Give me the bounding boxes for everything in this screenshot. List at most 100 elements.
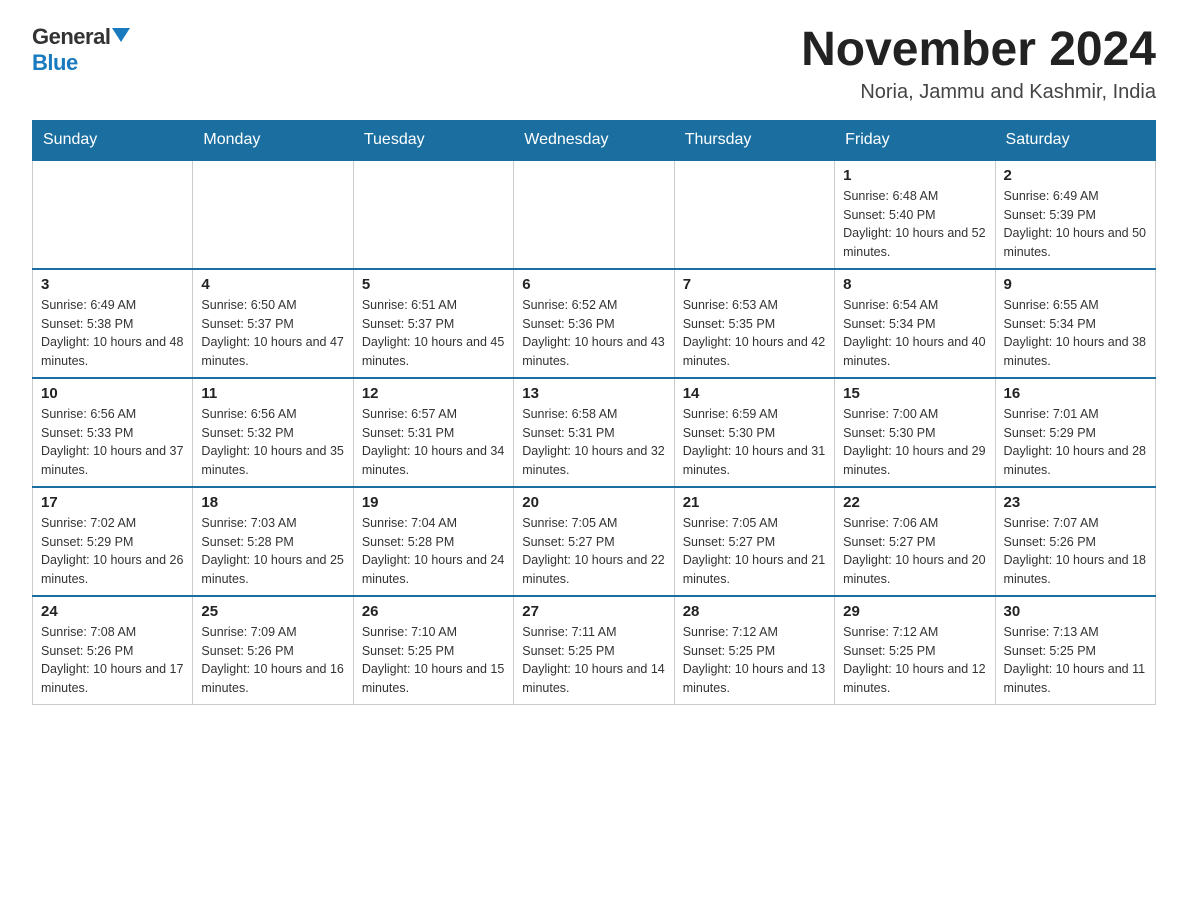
day-number: 16 <box>1004 385 1147 402</box>
day-info: Sunrise: 6:51 AMSunset: 5:37 PMDaylight:… <box>362 296 505 371</box>
day-number: 11 <box>201 385 344 402</box>
day-number: 6 <box>522 276 665 293</box>
calendar-table: Sunday Monday Tuesday Wednesday Thursday… <box>32 120 1156 705</box>
day-info: Sunrise: 7:08 AMSunset: 5:26 PMDaylight:… <box>41 623 184 698</box>
day-number: 27 <box>522 603 665 620</box>
day-number: 26 <box>362 603 505 620</box>
table-row: 5 Sunrise: 6:51 AMSunset: 5:37 PMDaylight… <box>353 269 513 378</box>
day-number: 1 <box>843 167 986 184</box>
day-info: Sunrise: 6:49 AMSunset: 5:38 PMDaylight:… <box>41 296 184 371</box>
table-row: 20Sunrise: 7:05 AMSunset: 5:27 PMDayligh… <box>514 487 674 596</box>
header-saturday: Saturday <box>995 120 1155 160</box>
calendar-week-1: 1Sunrise: 6:48 AMSunset: 5:40 PMDaylight… <box>33 160 1156 269</box>
table-row: 13 Sunrise: 6:58 AMSunset: 5:31 PMDayligh… <box>514 378 674 487</box>
day-info: Sunrise: 7:01 AMSunset: 5:29 PMDaylight:… <box>1004 405 1147 480</box>
day-number: 4 <box>201 276 344 293</box>
day-info: Sunrise: 7:13 AMSunset: 5:25 PMDaylight:… <box>1004 623 1147 698</box>
calendar-header-row: Sunday Monday Tuesday Wednesday Thursday… <box>33 120 1156 160</box>
table-row: 12 Sunrise: 6:57 AMSunset: 5:31 PMDayligh… <box>353 378 513 487</box>
page-header: General Blue November 2024 Noria, Jammu … <box>32 24 1156 104</box>
day-info: Sunrise: 6:53 AMSunset: 5:35 PMDaylight:… <box>683 296 826 371</box>
day-number: 28 <box>683 603 826 620</box>
day-info: Sunrise: 7:10 AMSunset: 5:25 PMDaylight:… <box>362 623 505 698</box>
table-row: 22 Sunrise: 7:06 AMSunset: 5:27 PMDayligh… <box>835 487 995 596</box>
logo: General Blue <box>32 24 130 76</box>
header-thursday: Thursday <box>674 120 834 160</box>
table-row: 6Sunrise: 6:52 AMSunset: 5:36 PMDaylight… <box>514 269 674 378</box>
day-info: Sunrise: 7:02 AMSunset: 5:29 PMDaylight:… <box>41 514 184 589</box>
location-subtitle: Noria, Jammu and Kashmir, India <box>801 81 1156 104</box>
header-friday: Friday <box>835 120 995 160</box>
table-row: 2 Sunrise: 6:49 AMSunset: 5:39 PMDaylight… <box>995 160 1155 269</box>
logo-blue-text: Blue <box>32 50 78 76</box>
day-number: 2 <box>1004 167 1147 184</box>
day-info: Sunrise: 7:05 AMSunset: 5:27 PMDaylight:… <box>522 514 665 589</box>
day-number: 25 <box>201 603 344 620</box>
table-row <box>674 160 834 269</box>
table-row: 25 Sunrise: 7:09 AMSunset: 5:26 PMDayligh… <box>193 596 353 705</box>
day-info: Sunrise: 6:55 AMSunset: 5:34 PMDaylight:… <box>1004 296 1147 371</box>
header-tuesday: Tuesday <box>353 120 513 160</box>
calendar-week-3: 10 Sunrise: 6:56 AMSunset: 5:33 PMDayligh… <box>33 378 1156 487</box>
logo-triangle-icon <box>112 28 130 42</box>
day-info: Sunrise: 7:05 AMSunset: 5:27 PMDaylight:… <box>683 514 826 589</box>
day-number: 3 <box>41 276 184 293</box>
day-number: 18 <box>201 494 344 511</box>
table-row <box>33 160 193 269</box>
day-number: 17 <box>41 494 184 511</box>
day-number: 23 <box>1004 494 1147 511</box>
day-number: 22 <box>843 494 986 511</box>
calendar-week-4: 17 Sunrise: 7:02 AMSunset: 5:29 PMDayligh… <box>33 487 1156 596</box>
table-row <box>353 160 513 269</box>
day-number: 10 <box>41 385 184 402</box>
table-row: 23Sunrise: 7:07 AMSunset: 5:26 PMDayligh… <box>995 487 1155 596</box>
table-row: 19 Sunrise: 7:04 AMSunset: 5:28 PMDayligh… <box>353 487 513 596</box>
day-info: Sunrise: 7:06 AMSunset: 5:27 PMDaylight:… <box>843 514 986 589</box>
table-row: 10 Sunrise: 6:56 AMSunset: 5:33 PMDayligh… <box>33 378 193 487</box>
day-info: Sunrise: 7:11 AMSunset: 5:25 PMDaylight:… <box>522 623 665 698</box>
table-row: 11 Sunrise: 6:56 AMSunset: 5:32 PMDayligh… <box>193 378 353 487</box>
table-row: 3 Sunrise: 6:49 AMSunset: 5:38 PMDaylight… <box>33 269 193 378</box>
table-row: 18 Sunrise: 7:03 AMSunset: 5:28 PMDayligh… <box>193 487 353 596</box>
day-number: 5 <box>362 276 505 293</box>
table-row: 16 Sunrise: 7:01 AMSunset: 5:29 PMDayligh… <box>995 378 1155 487</box>
day-number: 9 <box>1004 276 1147 293</box>
header-monday: Monday <box>193 120 353 160</box>
day-info: Sunrise: 6:57 AMSunset: 5:31 PMDaylight:… <box>362 405 505 480</box>
calendar-week-2: 3 Sunrise: 6:49 AMSunset: 5:38 PMDaylight… <box>33 269 1156 378</box>
day-number: 14 <box>683 385 826 402</box>
day-info: Sunrise: 6:49 AMSunset: 5:39 PMDaylight:… <box>1004 187 1147 262</box>
calendar-week-5: 24Sunrise: 7:08 AMSunset: 5:26 PMDayligh… <box>33 596 1156 705</box>
table-row: 24Sunrise: 7:08 AMSunset: 5:26 PMDayligh… <box>33 596 193 705</box>
month-title: November 2024 <box>801 24 1156 77</box>
table-row: 21Sunrise: 7:05 AMSunset: 5:27 PMDayligh… <box>674 487 834 596</box>
day-info: Sunrise: 6:56 AMSunset: 5:33 PMDaylight:… <box>41 405 184 480</box>
day-info: Sunrise: 6:50 AMSunset: 5:37 PMDaylight:… <box>201 296 344 371</box>
day-info: Sunrise: 6:54 AMSunset: 5:34 PMDaylight:… <box>843 296 986 371</box>
table-row: 30Sunrise: 7:13 AMSunset: 5:25 PMDayligh… <box>995 596 1155 705</box>
day-info: Sunrise: 7:09 AMSunset: 5:26 PMDaylight:… <box>201 623 344 698</box>
table-row: 4 Sunrise: 6:50 AMSunset: 5:37 PMDaylight… <box>193 269 353 378</box>
table-row: 26 Sunrise: 7:10 AMSunset: 5:25 PMDayligh… <box>353 596 513 705</box>
table-row: 8 Sunrise: 6:54 AMSunset: 5:34 PMDaylight… <box>835 269 995 378</box>
table-row: 29Sunrise: 7:12 AMSunset: 5:25 PMDayligh… <box>835 596 995 705</box>
day-number: 15 <box>843 385 986 402</box>
table-row: 15Sunrise: 7:00 AMSunset: 5:30 PMDayligh… <box>835 378 995 487</box>
day-number: 12 <box>362 385 505 402</box>
day-info: Sunrise: 6:58 AMSunset: 5:31 PMDaylight:… <box>522 405 665 480</box>
day-number: 7 <box>683 276 826 293</box>
logo-general-text: General <box>32 24 110 50</box>
day-number: 8 <box>843 276 986 293</box>
day-info: Sunrise: 7:03 AMSunset: 5:28 PMDaylight:… <box>201 514 344 589</box>
day-info: Sunrise: 7:04 AMSunset: 5:28 PMDaylight:… <box>362 514 505 589</box>
day-number: 19 <box>362 494 505 511</box>
day-info: Sunrise: 7:12 AMSunset: 5:25 PMDaylight:… <box>843 623 986 698</box>
day-number: 13 <box>522 385 665 402</box>
table-row <box>514 160 674 269</box>
table-row: 9 Sunrise: 6:55 AMSunset: 5:34 PMDaylight… <box>995 269 1155 378</box>
day-info: Sunrise: 6:56 AMSunset: 5:32 PMDaylight:… <box>201 405 344 480</box>
table-row: 17 Sunrise: 7:02 AMSunset: 5:29 PMDayligh… <box>33 487 193 596</box>
day-info: Sunrise: 6:59 AMSunset: 5:30 PMDaylight:… <box>683 405 826 480</box>
table-row: 27 Sunrise: 7:11 AMSunset: 5:25 PMDayligh… <box>514 596 674 705</box>
table-row: 7 Sunrise: 6:53 AMSunset: 5:35 PMDaylight… <box>674 269 834 378</box>
